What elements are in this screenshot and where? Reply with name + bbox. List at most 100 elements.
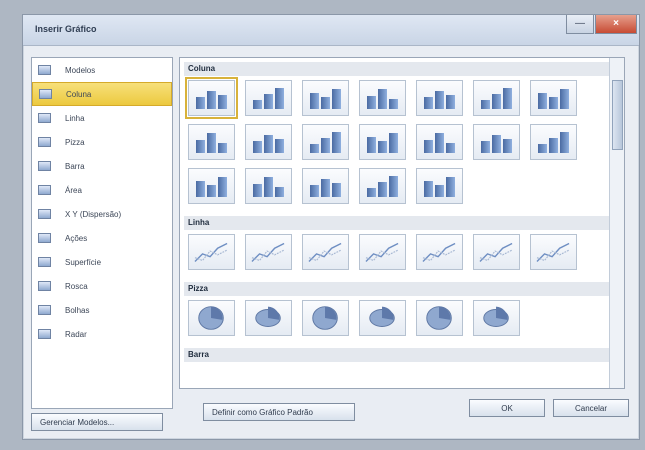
sidebar-item-label: Modelos <box>65 65 96 75</box>
scrollbar-thumb[interactable] <box>612 80 623 150</box>
sidebar-item-label: Coluna <box>66 89 92 99</box>
pie-chart-icon <box>198 306 224 330</box>
set-default-chart-button[interactable]: Definir como Gráfico Padrão <box>203 403 355 421</box>
pie-chart-option[interactable] <box>188 300 235 336</box>
cancel-button[interactable]: Cancelar <box>553 399 629 417</box>
radar-chart-icon <box>38 329 51 339</box>
column-chart-icon <box>424 87 455 109</box>
line-chart-option[interactable] <box>245 234 292 270</box>
column-chart-icon <box>253 87 284 109</box>
sidebar-item-label: Barra <box>65 161 85 171</box>
sidebar-item-label: Radar <box>65 329 87 339</box>
sidebar-item-linha[interactable]: Linha <box>32 106 172 130</box>
manage-templates-button[interactable]: Gerenciar Modelos... <box>31 413 163 431</box>
section-title-linha: Linha <box>184 216 620 230</box>
area-chart-icon <box>38 185 51 195</box>
section-title-pizza: Pizza <box>184 282 620 296</box>
sidebar-item-area[interactable]: Área <box>32 178 172 202</box>
column-chart-icon <box>367 175 398 197</box>
column-chart-option[interactable] <box>302 168 349 204</box>
column-chart-option[interactable] <box>245 124 292 160</box>
pie-chart-option[interactable] <box>302 300 349 336</box>
column-chart-option[interactable] <box>359 80 406 116</box>
sidebar-item-label: Superfície <box>65 257 102 267</box>
sidebar-item-dispersao[interactable]: X Y (Dispersão) <box>32 202 172 226</box>
column-chart-option[interactable] <box>359 124 406 160</box>
pie-chart-icon <box>483 306 509 327</box>
line-chart-option[interactable] <box>416 234 463 270</box>
sidebar-item-label: Bolhas <box>65 305 90 315</box>
line-chart-option[interactable] <box>188 234 235 270</box>
chart-type-list: Modelos Coluna Linha Pizza Barra Área X … <box>31 57 173 409</box>
column-chart-option[interactable] <box>188 124 235 160</box>
column-chart-option[interactable] <box>302 80 349 116</box>
sidebar-item-radar[interactable]: Radar <box>32 322 172 346</box>
column-chart-option[interactable] <box>188 168 235 204</box>
window-controls: — × <box>566 15 637 34</box>
column-chart-option[interactable] <box>245 168 292 204</box>
ok-button[interactable]: OK <box>469 399 545 417</box>
line-chart-icon <box>251 242 285 262</box>
sidebar-item-pizza[interactable]: Pizza <box>32 130 172 154</box>
column-chart-option[interactable] <box>302 124 349 160</box>
column-chart-option[interactable] <box>359 168 406 204</box>
column-chart-option[interactable] <box>473 80 520 116</box>
section-title-coluna: Coluna <box>184 62 620 76</box>
column-chart-option[interactable] <box>473 124 520 160</box>
stock-chart-icon <box>38 233 51 243</box>
surface-chart-icon <box>38 257 51 267</box>
pie-chart-option[interactable] <box>416 300 463 336</box>
column-chart-icon <box>196 175 227 197</box>
section-title-barra: Barra <box>184 348 620 362</box>
sidebar-item-label: Ações <box>65 233 88 243</box>
line-chart-option[interactable] <box>473 234 520 270</box>
column-chart-icon <box>538 131 569 153</box>
column-chart-icon <box>196 87 227 109</box>
line-chart-option[interactable] <box>530 234 577 270</box>
column-chart-option[interactable] <box>416 80 463 116</box>
sidebar-item-acoes[interactable]: Ações <box>32 226 172 250</box>
pie-chart-icon <box>369 306 395 327</box>
close-button[interactable]: × <box>595 15 637 34</box>
chart-gallery: Coluna Linha Pizza Barra <box>179 57 625 389</box>
sidebar-item-modelos[interactable]: Modelos <box>32 58 172 82</box>
column-chart-option[interactable] <box>245 80 292 116</box>
column-chart-icon <box>310 131 341 153</box>
title-bar: Inserir Gráfico — × <box>23 15 639 46</box>
sidebar-item-rosca[interactable]: Rosca <box>32 274 172 298</box>
pie-chart-icon <box>38 137 51 147</box>
line-chart-icon <box>479 242 513 262</box>
column-chart-icon <box>253 175 284 197</box>
line-chart-option[interactable] <box>302 234 349 270</box>
column-chart-icon <box>310 87 341 109</box>
column-chart-option[interactable] <box>185 77 238 119</box>
sidebar-item-label: Área <box>65 185 82 195</box>
pie-chart-option[interactable] <box>359 300 406 336</box>
pie-chart-option[interactable] <box>473 300 520 336</box>
sidebar-item-bolhas[interactable]: Bolhas <box>32 298 172 322</box>
sidebar-item-barra[interactable]: Barra <box>32 154 172 178</box>
sidebar-item-coluna[interactable]: Coluna <box>32 82 172 106</box>
column-chart-option[interactable] <box>530 80 577 116</box>
sidebar-item-label: X Y (Dispersão) <box>65 209 122 219</box>
column-chart-option[interactable] <box>530 124 577 160</box>
minimize-button[interactable]: — <box>566 15 594 34</box>
column-chart-option[interactable] <box>416 124 463 160</box>
column-chart-icon <box>310 175 341 197</box>
line-chart-icon <box>38 113 51 123</box>
gallery-scrollbar[interactable] <box>609 58 624 388</box>
pie-chart-icon <box>312 306 338 330</box>
column-chart-icon <box>481 87 512 109</box>
sidebar-item-superficie[interactable]: Superfície <box>32 250 172 274</box>
line-chart-option[interactable] <box>359 234 406 270</box>
line-chart-icon <box>422 242 456 262</box>
line-chart-icon <box>536 242 570 262</box>
line-chart-icon <box>308 242 342 262</box>
column-chart-icon <box>253 131 284 153</box>
column-chart-icon <box>424 175 455 197</box>
column-chart-option[interactable] <box>416 168 463 204</box>
pie-chart-icon <box>426 306 452 330</box>
pie-chart-option[interactable] <box>245 300 292 336</box>
column-chart-icon <box>367 131 398 153</box>
column-chart-icon <box>39 89 52 99</box>
